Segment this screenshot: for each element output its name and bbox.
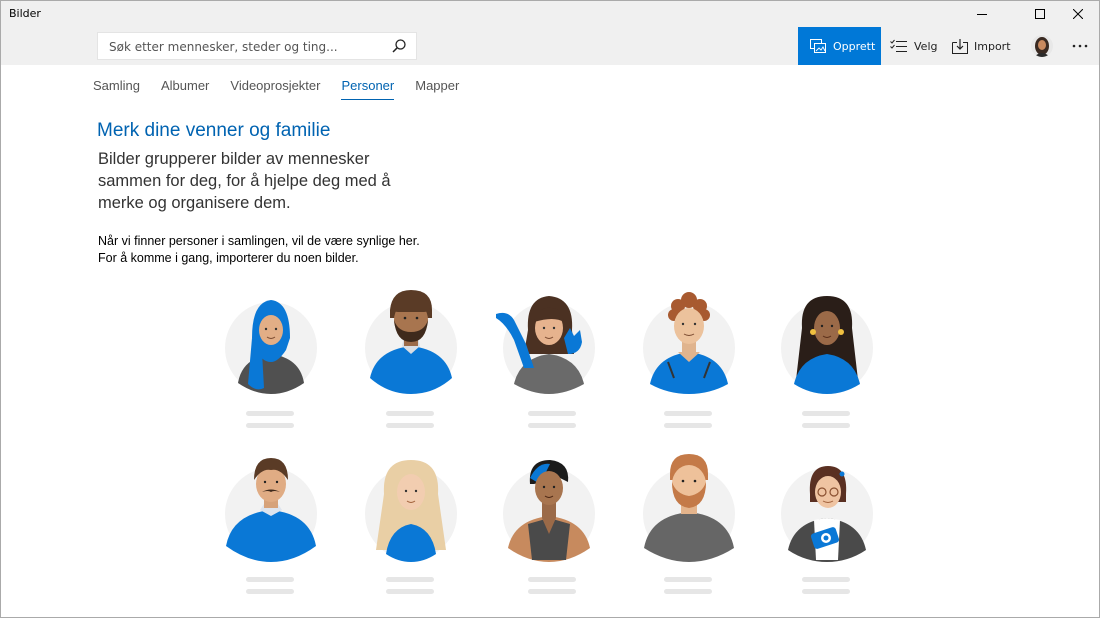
- page-title: Merk dine venner og familie: [97, 120, 331, 141]
- name-placeholder-line: [386, 577, 434, 582]
- info-text: Når vi finner personer i samlingen, vil …: [98, 233, 518, 267]
- tab-collection[interactable]: Samling: [93, 78, 140, 98]
- create-icon: [810, 39, 826, 53]
- person-placeholder-6: [216, 454, 326, 604]
- name-placeholder-line: [386, 411, 434, 416]
- search-input[interactable]: Søk etter mennesker, steder og ting...: [109, 40, 338, 54]
- tab-albums[interactable]: Albumer: [161, 78, 209, 98]
- maximize-icon: [1035, 9, 1045, 19]
- person-blonde-woman-illustration: [365, 460, 457, 562]
- person-red-beard-man-illustration: [643, 454, 735, 562]
- person-placeholder-10: [772, 454, 882, 604]
- nav-tabs: Samling Albumer Videoprosjekter Personer…: [93, 78, 480, 100]
- person-placeholder-5: [772, 288, 882, 438]
- close-icon: [1073, 9, 1083, 19]
- person-placeholder-1: [216, 288, 326, 438]
- import-button[interactable]: Import: [952, 27, 1011, 65]
- name-placeholder-line: [246, 411, 294, 416]
- title-bar: Bilder: [1, 1, 1099, 27]
- count-placeholder-line: [246, 589, 294, 594]
- app-window: Bilder Søk etter mennesker, steder og ti…: [0, 0, 1100, 618]
- select-label: Velg: [914, 39, 938, 53]
- account-avatar[interactable]: [1031, 35, 1053, 57]
- person-curly-hair-man-illustration: [643, 292, 735, 394]
- count-placeholder-line: [386, 423, 434, 428]
- count-placeholder-line: [664, 423, 712, 428]
- search-box[interactable]: Søk etter mennesker, steder og ting...: [97, 32, 417, 60]
- select-list-icon: [890, 39, 907, 52]
- avatar-icon: [1031, 35, 1053, 57]
- name-placeholder-line: [802, 577, 850, 582]
- person-long-hair-woman-illustration: [781, 296, 873, 394]
- name-placeholder-line: [664, 411, 712, 416]
- page-subtitle: Bilder grupperer bilder av mennesker sam…: [98, 150, 391, 212]
- info-line-1: Når vi finner personer i samlingen, vil …: [98, 234, 420, 248]
- create-button[interactable]: Opprett: [798, 27, 881, 65]
- search-icon[interactable]: [392, 39, 406, 53]
- person-bearded-man-illustration: [365, 290, 457, 394]
- person-placeholder-4: [634, 288, 744, 438]
- import-label: Import: [974, 39, 1011, 53]
- ellipsis-icon: [1072, 44, 1088, 48]
- person-placeholder-8: [494, 454, 604, 604]
- person-placeholder-9: [634, 454, 744, 604]
- name-placeholder-line: [664, 577, 712, 582]
- import-icon: [952, 38, 968, 54]
- person-hijab-illustration: [225, 300, 317, 394]
- person-photographer-woman-illustration: [781, 466, 873, 562]
- tab-video-projects[interactable]: Videoprosjekter: [230, 78, 320, 98]
- count-placeholder-line: [802, 423, 850, 428]
- count-placeholder-line: [802, 589, 850, 594]
- create-label: Opprett: [833, 39, 876, 53]
- person-placeholder-7: [356, 454, 466, 604]
- count-placeholder-line: [528, 589, 576, 594]
- name-placeholder-line: [528, 577, 576, 582]
- count-placeholder-line: [246, 423, 294, 428]
- info-line-2: For å komme i gang, importerer du noen b…: [98, 251, 359, 265]
- count-placeholder-line: [528, 423, 576, 428]
- minimize-icon: [977, 14, 987, 15]
- app-title: Bilder: [9, 7, 41, 20]
- command-bar: Søk etter mennesker, steder og ting... O…: [1, 27, 1099, 65]
- name-placeholder-line: [246, 577, 294, 582]
- select-button[interactable]: Velg: [890, 27, 937, 65]
- person-mustache-man-illustration: [225, 458, 317, 562]
- person-vest-man-illustration: [503, 460, 595, 562]
- tab-people[interactable]: Personer: [341, 78, 394, 100]
- count-placeholder-line: [664, 589, 712, 594]
- minimize-button[interactable]: [959, 1, 1005, 27]
- close-button[interactable]: [1055, 1, 1099, 27]
- name-placeholder-line: [528, 411, 576, 416]
- count-placeholder-line: [386, 589, 434, 594]
- tab-folders[interactable]: Mapper: [415, 78, 459, 98]
- person-placeholder-2: [356, 288, 466, 438]
- name-placeholder-line: [802, 411, 850, 416]
- more-options-button[interactable]: [1067, 35, 1093, 57]
- person-placeholder-3: [494, 288, 604, 438]
- person-woman-with-cat-illustration: [496, 296, 595, 394]
